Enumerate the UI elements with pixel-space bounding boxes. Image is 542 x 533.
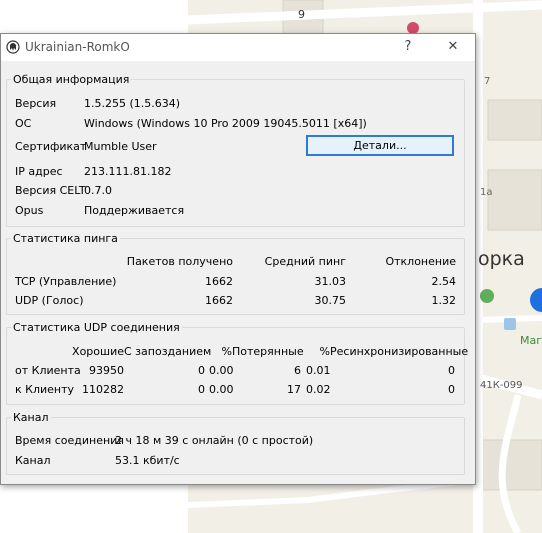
map-label-shop: Маг xyxy=(520,334,542,347)
udp-row-lost-percent: 0.01 xyxy=(306,364,331,377)
window-title: Ukrainian-RomkO xyxy=(25,40,130,54)
ping-row-average: 31.03 xyxy=(314,275,347,288)
certificate-value: Mumble User xyxy=(84,140,157,153)
celt-value: 0.7.0 xyxy=(84,184,112,197)
ping-stats-legend: Статистика пинга xyxy=(13,232,118,245)
ping-row-deviation: 1.32 xyxy=(431,294,457,307)
udp-header-good: Хорошие xyxy=(72,345,124,358)
map-label-building-2: 7 xyxy=(484,76,491,87)
udp-row-lost: 6 xyxy=(294,364,301,377)
udp-row-good: 110282 xyxy=(82,383,124,396)
os-value: Windows (Windows 10 Pro 2009 19045.5011 … xyxy=(84,117,367,130)
opus-label: Opus xyxy=(15,204,44,217)
udp-row-label: к Клиенту xyxy=(15,383,75,396)
channel-legend: Канал xyxy=(13,411,49,424)
udp-row-late-percent: 0.00 xyxy=(209,383,234,396)
udp-header-resync: Ресинхронизированные xyxy=(330,345,469,358)
ip-value: 213.111.81.182 xyxy=(84,165,172,178)
udp-row-lost-percent: 0.02 xyxy=(306,383,331,396)
close-button[interactable]: ✕ xyxy=(442,38,464,56)
mumble-logo-icon xyxy=(6,40,20,54)
general-info-legend: Общая информация xyxy=(13,73,130,86)
udp-stats-legend: Статистика UDP соединения xyxy=(13,321,180,334)
certificate-label: Сертификат xyxy=(15,140,87,153)
channel-bitrate-value: 53.1 кбит/с xyxy=(115,454,180,467)
udp-header-late-percent: % xyxy=(221,345,232,358)
map-label-road: 41К-099 xyxy=(480,380,523,391)
details-button[interactable]: Детали... xyxy=(306,135,454,156)
connection-time-value: 2 ч 18 м 39 с онлайн (0 с простой) xyxy=(115,434,314,447)
os-label: ОС xyxy=(15,117,32,130)
version-value: 1.5.255 (1.5.634) xyxy=(84,97,181,110)
udp-header-late: С запозданием xyxy=(124,345,212,358)
udp-row-resync: 0 xyxy=(448,383,455,396)
ping-row-label: UDP (Голос) xyxy=(15,294,84,307)
ip-label: IP адрес xyxy=(15,165,63,178)
udp-row-late: 0 xyxy=(198,383,205,396)
map-label-house-number: 9 xyxy=(298,8,305,21)
udp-row-late-percent: 0.00 xyxy=(209,364,234,377)
map-label-town: орка xyxy=(478,248,525,270)
udp-row-resync: 0 xyxy=(448,364,455,377)
udp-row-lost: 17 xyxy=(287,383,301,396)
ping-row-average: 30.75 xyxy=(314,294,347,307)
title-bar[interactable]: Ukrainian-RomkO ? ✕ xyxy=(1,34,475,61)
udp-header-lost-percent: % xyxy=(319,345,330,358)
server-info-dialog: Ukrainian-RomkO ? ✕ Общая информация Вер… xyxy=(0,33,476,485)
ping-row-packets: 1662 xyxy=(205,275,233,288)
ping-row-packets: 1662 xyxy=(205,294,233,307)
ping-header-average: Средний пинг xyxy=(264,255,346,268)
ping-row-deviation: 2.54 xyxy=(431,275,457,288)
udp-row-good: 93950 xyxy=(89,364,124,377)
channel-label: Канал xyxy=(15,454,51,467)
udp-row-late: 0 xyxy=(198,364,205,377)
ping-row-label: TCP (Управление) xyxy=(15,275,117,288)
connection-time-label: Время соединения xyxy=(15,434,124,447)
help-button[interactable]: ? xyxy=(397,38,419,56)
ping-header-packets: Пакетов получено xyxy=(126,255,233,268)
ping-header-deviation: Отклонение xyxy=(385,255,456,268)
opus-value: Поддерживается xyxy=(84,204,185,217)
map-label-building: 1а xyxy=(480,187,493,198)
udp-header-lost: Потерянные xyxy=(232,345,304,358)
version-label: Версия xyxy=(15,97,57,110)
celt-label: Версия CELT xyxy=(15,184,86,197)
